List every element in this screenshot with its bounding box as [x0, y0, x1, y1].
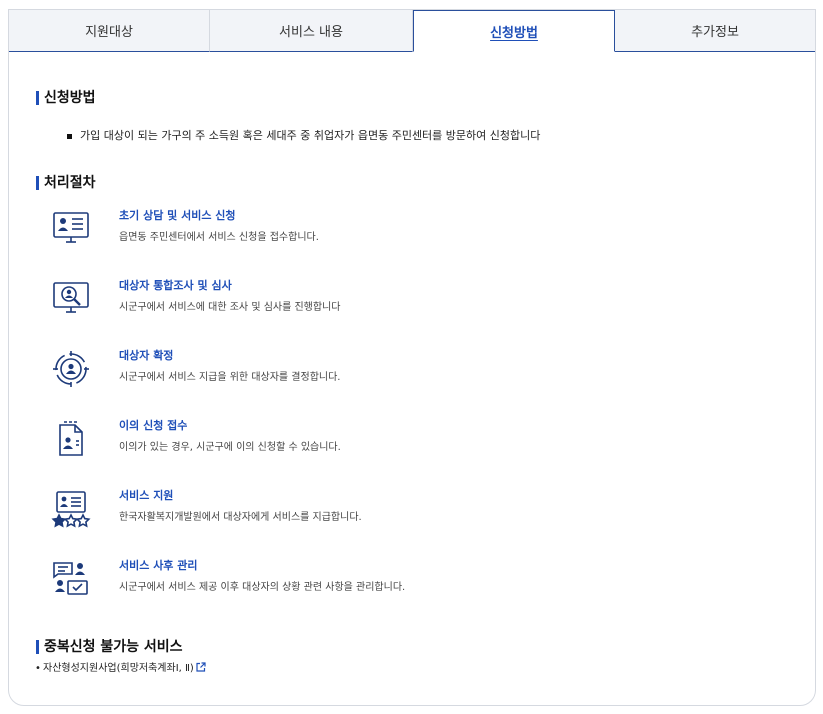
document-user-icon [51, 419, 91, 459]
step-title: 대상자 확정 [119, 349, 174, 362]
tab-service-content[interactable]: 서비스 내용 [210, 10, 413, 52]
duplicate-item-label: 자산형성지원사업(희망저축계좌Ⅰ, Ⅱ) [43, 663, 194, 674]
tab-eligibility[interactable]: 지원대상 [9, 10, 210, 52]
process-step: 이의 신청 접수 이의가 있는 경우, 시군구에 이의 신청할 수 있습니다. [51, 419, 751, 469]
profile-stars-icon [51, 489, 91, 529]
step-description: 시군구에서 서비스 지급을 위한 대상자를 결정합니다. [119, 372, 341, 383]
chat-user-check-icon [51, 559, 91, 599]
process-step: 대상자 확정 시군구에서 서비스 지급을 위한 대상자를 결정합니다. [51, 349, 751, 399]
step-title: 초기 상담 및 서비스 신청 [119, 209, 236, 222]
process-heading: 처리절차 [36, 175, 96, 191]
step-description: 읍면동 주민센터에서 서비스 신청을 접수합니다. [119, 232, 319, 243]
monitor-search-user-icon [51, 279, 91, 319]
process-step: 서비스 지원 한국자활복지개발원에서 대상자에게 서비스를 지급합니다. [51, 489, 751, 539]
duplicate-heading: 중복신청 불가능 서비스 [36, 639, 183, 655]
step-title: 서비스 지원 [119, 489, 174, 502]
process-step: 서비스 사후 관리 시군구에서 서비스 제공 이후 대상자의 상황 관련 사항을… [51, 559, 751, 609]
process-step: 대상자 통합조사 및 심사 시군구에서 서비스에 대한 조사 및 심사를 진행합… [51, 279, 751, 329]
duplicate-item[interactable]: 자산형성지원사업(희망저축계좌Ⅰ, Ⅱ) [35, 662, 206, 676]
apply-method-text: 가입 대상이 되는 가구의 주 소득원 혹은 세대주 중 취업자가 읍면동 주민… [67, 129, 540, 143]
process-step: 초기 상담 및 서비스 신청 읍면동 주민센터에서 서비스 신청을 접수합니다. [51, 209, 751, 259]
step-title: 대상자 통합조사 및 심사 [119, 279, 232, 292]
step-description: 시군구에서 서비스에 대한 조사 및 심사를 진행합니다 [119, 302, 341, 313]
tab-label: 지원대상 [85, 25, 133, 40]
monitor-profile-icon [51, 209, 91, 249]
tab-additional-info[interactable]: 추가정보 [615, 10, 815, 52]
tab-label: 추가정보 [691, 25, 739, 40]
apply-method-heading: 신청방법 [36, 90, 96, 106]
step-description: 시군구에서 서비스 제공 이후 대상자의 상황 관련 사항을 관리합니다. [119, 582, 406, 593]
step-description: 이의가 있는 경우, 시군구에 이의 신청할 수 있습니다. [119, 442, 341, 453]
tab-label: 서비스 내용 [279, 25, 343, 40]
step-title: 이의 신청 접수 [119, 419, 188, 432]
external-link-icon[interactable] [196, 662, 206, 672]
content-card: 지원대상 서비스 내용 신청방법 추가정보 신청방법 가입 대상이 되는 가구의… [8, 9, 816, 706]
step-description: 한국자활복지개발원에서 대상자에게 서비스를 지급합니다. [119, 512, 362, 523]
tab-application-method[interactable]: 신청방법 [413, 10, 615, 52]
tab-bar: 지원대상 서비스 내용 신청방법 추가정보 [9, 10, 815, 52]
tab-label: 신청방법 [490, 25, 538, 41]
target-user-icon [51, 349, 91, 389]
step-title: 서비스 사후 관리 [119, 559, 198, 572]
